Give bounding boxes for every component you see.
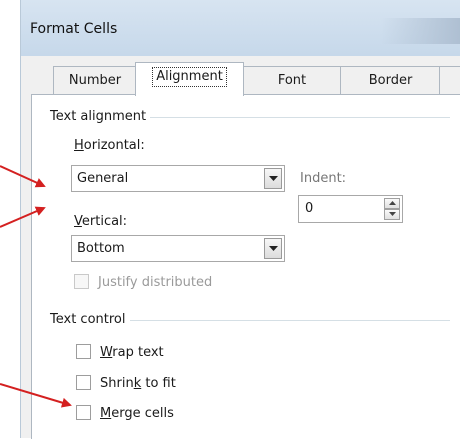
- tab-alignment-label: Alignment: [152, 67, 227, 87]
- arrow-to-horizontal: [0, 165, 46, 188]
- arrow-to-merge-cells: [0, 383, 72, 408]
- tab-alignment[interactable]: Alignment: [135, 62, 244, 96]
- arrow-to-vertical: [0, 206, 46, 228]
